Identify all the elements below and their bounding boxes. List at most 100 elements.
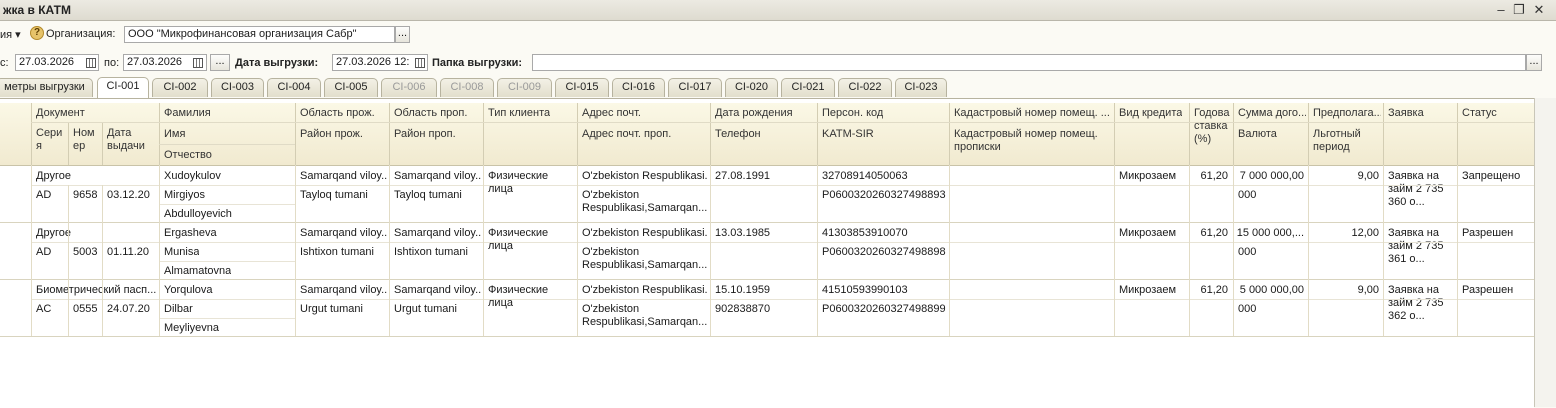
header-number[interactable]: Ном ер [73,127,101,153]
header-client-type[interactable]: Тип клиента [488,107,550,119]
header-status[interactable]: Статус [1462,107,1497,119]
cell-district-reg: Ishtixon tumani [394,246,468,258]
cell-birth-date: 13.03.1985 [715,227,771,239]
tab-ci-004[interactable]: CI-004 [267,78,321,97]
tab-ci-003[interactable]: CI-003 [211,78,264,97]
header-phone[interactable]: Телефон [715,128,761,140]
restore-icon[interactable]: ❐ [1511,2,1527,18]
header-patronymic[interactable]: Отчество [164,149,212,161]
header-issue-date[interactable]: Дата выдачи [107,127,157,153]
close-icon[interactable]: ✕ [1531,2,1547,18]
header-district-reg[interactable]: Район проп. [394,128,456,140]
cell-katm-sir: P0600320260327498898 [822,246,946,258]
cell-application: Заявка на займ 2 735 362 о... [1388,284,1444,322]
header-address-reg[interactable]: Адрес почт. проп. [582,128,671,140]
header-document[interactable]: Документ [36,107,85,119]
cell-pinfl: 41510593990103 [822,284,908,296]
tab-ci-023[interactable]: CI-023 [895,78,947,97]
data-grid[interactable]: Документ Сери я Ном ер Дата выдачи Фамил… [0,98,1534,408]
cell-issue-date: 01.11.20 [107,246,150,258]
header-district-res[interactable]: Район прож. [300,128,363,140]
tab-ci-021[interactable]: CI-021 [781,78,835,97]
cell-address: O'zbekiston Respublikasi... [582,284,708,296]
help-icon[interactable]: ? [30,26,44,40]
tab-ci-009: CI-009 [497,78,552,97]
header-cadastre-reg[interactable]: Кадастровый номер помещ. прописки [954,128,1112,154]
cell-address: O'zbekiston Respublikasi... [582,227,708,239]
cell-rate: 61,20 [1200,284,1228,296]
cell-series: AD [36,246,52,258]
tab-ci-020[interactable]: CI-020 [725,78,778,97]
tab-ci-016[interactable]: CI-016 [612,78,665,97]
actions-menu[interactable]: ия ▾ [0,28,21,41]
window-title: жка в КАТМ [3,3,71,17]
grid-header: Документ Сери я Ном ер Дата выдачи Фамил… [0,103,1534,166]
header-rate[interactable]: Годова ставка (%) [1194,107,1232,146]
calendar-icon[interactable] [193,58,203,68]
header-pinfl[interactable]: Персон. код [822,107,883,119]
cell-expected: 9,00 [1357,170,1379,182]
header-application[interactable]: Заявка [1388,107,1424,119]
cell-number: 0555 [73,303,98,315]
header-credit-type[interactable]: Вид кредита [1119,107,1182,119]
cell-region-res: Samarqand viloy... [300,170,388,182]
cell-last-name: Yorqulova [164,284,213,296]
cell-expected: 9,00 [1357,284,1379,296]
cell-address-reg: O'zbekiston Respublikasi,Samarqan... [582,303,708,328]
calendar-icon[interactable] [415,58,425,68]
cell-district-res: Urgut tumani [300,303,363,315]
tab-ci-005[interactable]: CI-005 [324,78,378,97]
tab-ci-017[interactable]: CI-017 [668,78,722,97]
header-region-reg[interactable]: Область проп. [394,107,467,119]
cell-credit-type: Микрозаем [1119,227,1177,239]
cell-rate: 61,20 [1200,227,1228,239]
cell-pinfl: 41303853910070 [822,227,908,239]
minimize-icon[interactable]: – [1493,2,1509,18]
cell-district-reg: Tayloq tumani [394,189,462,201]
cell-currency: 000 [1238,303,1257,315]
cell-expected: 12,00 [1351,227,1379,239]
tab-ci-015[interactable]: CI-015 [555,78,609,97]
header-currency[interactable]: Валюта [1238,128,1277,140]
header-grace[interactable]: Льготный период [1313,128,1381,154]
header-first-name[interactable]: Имя [164,128,185,140]
header-katm-sir[interactable]: KATM-SIR [822,128,874,140]
organization-label: Организация: [46,28,116,40]
export-date-field[interactable]: 27.03.2026 12: [332,54,428,71]
tab-ci-001[interactable]: CI-001 [97,77,149,98]
cell-issue-date: 03.12.20 [107,189,150,201]
cell-amount: 5 000 000,00 [1239,284,1304,296]
export-folder-select-button[interactable]: ... [1526,54,1542,71]
tab-ci-002[interactable]: CI-002 [152,78,208,97]
header-last-name[interactable]: Фамилия [164,107,211,119]
tab-ci-008: CI-008 [440,78,494,97]
cell-patronymic: Almamatovna [164,265,232,277]
header-birth-date[interactable]: Дата рождения [715,107,793,119]
cell-status: Разрешен [1462,284,1514,296]
vertical-scrollbar[interactable] [1534,98,1556,407]
header-cadastre[interactable]: Кадастровый номер помещ. ... [954,107,1112,119]
organization-select-button[interactable]: ... [395,26,410,43]
header-region-res[interactable]: Область прож. [300,107,375,119]
cell-currency: 000 [1238,246,1257,258]
cell-amount: 15 000 000,... [1236,227,1304,239]
cell-first-name: Munisa [164,246,200,258]
calendar-icon[interactable] [86,58,96,68]
export-folder-field[interactable] [532,54,1526,71]
cell-client-type: Физические лица [488,227,549,252]
cell-address: O'zbekiston Respublikasi... [582,170,708,182]
header-address[interactable]: Адрес почт. [582,107,641,119]
tab-ci-022[interactable]: CI-022 [838,78,892,97]
header-amount[interactable]: Сумма дого... [1238,107,1306,119]
organization-field[interactable]: ООО "Микрофинансовая организация Сабр" [124,26,395,43]
cell-client-type: Физические лица [488,170,549,195]
header-expected[interactable]: Предполага... [1313,107,1381,119]
header-series[interactable]: Сери я [36,127,66,153]
cell-katm-sir: P0600320260327498893 [822,189,946,201]
period-select-button[interactable]: ... [210,54,230,71]
cell-patronymic: Meyliyevna [164,322,220,334]
cell-issue-date: 24.07.20 [107,303,150,315]
cell-phone: 902838870 [715,303,771,315]
cell-district-res: Tayloq tumani [300,189,368,201]
tab-export-parameters[interactable]: метры выгрузки [0,78,93,97]
